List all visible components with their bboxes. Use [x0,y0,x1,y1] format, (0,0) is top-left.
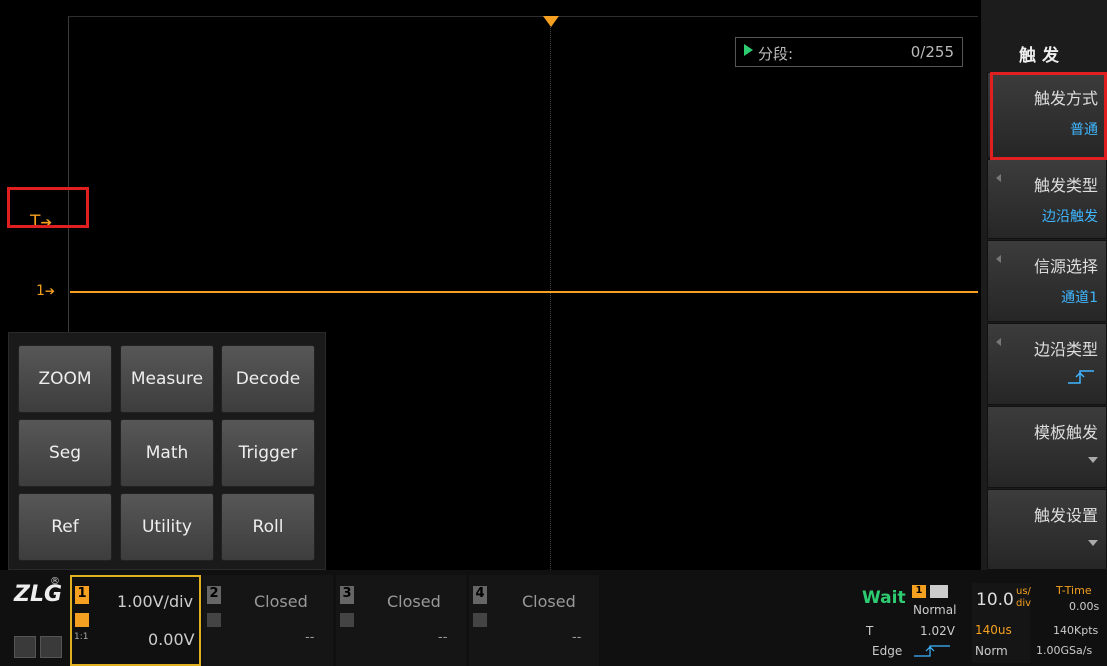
graticule-center-line [550,17,551,572]
menu-item-value: 边沿触发 [1042,209,1098,225]
ch3-offset: -- [438,630,448,645]
ch1-info[interactable] [70,575,201,666]
quick-function-panel: ZOOM Measure Decode Seg Math Trigger Ref… [8,332,326,570]
timebase-unit-top: us/ [1016,586,1031,597]
ch1-marker-label: 1 [36,283,45,299]
menu-item-template-trigger[interactable]: 模板触发 [987,406,1107,488]
coupling-icon [207,613,221,627]
decode-button[interactable]: Decode [221,345,315,413]
ch4-number: 4 [473,586,487,604]
trigger-source-number: 1 [912,585,926,598]
trigger-marker-highlight [7,187,89,228]
roll-button[interactable]: Roll [221,493,315,561]
left-arrow-icon [996,338,1001,346]
seg-button[interactable]: Seg [18,419,112,487]
menu-item-value: 通道1 [1061,290,1098,306]
menu-title-text: 触发 [1019,46,1065,66]
ch1-number: 1 [75,586,89,604]
menu-item-label: 信源选择 [1033,257,1098,276]
rising-edge-icon [914,645,950,657]
ch1-offset: 0.00V [148,630,195,649]
acquisition-mode: Norm [975,644,1008,658]
ch2-offset: -- [305,630,315,645]
ch1-trace [70,291,978,293]
timebase-delay: 140us [975,623,1012,637]
ch3-info[interactable] [336,575,466,666]
chevron-down-icon [1088,540,1098,546]
ch1-offset-marker[interactable]: 1➔ [36,283,55,299]
menu-item-highlight [990,72,1107,160]
menu-item-source[interactable]: 信源选择 通道1 [987,240,1107,322]
ch1-probe: 1:1 [74,632,89,642]
zoom-button[interactable]: ZOOM [18,345,112,413]
menu-item-label: 边沿类型 [1033,340,1098,359]
ch2-state: Closed [254,592,308,611]
chevron-down-icon [1088,457,1098,463]
menu-item-label: 触发类型 [1033,176,1098,195]
segment-indicator[interactable]: 分段: 0/255 [735,37,963,67]
left-arrow-icon [996,255,1001,263]
marker-arrow-icon: ➔ [44,284,55,298]
trigger-type: Edge [872,644,903,658]
menu-item-trigger-settings[interactable]: 触发设置 [987,489,1107,570]
ch3-number: 3 [340,586,354,604]
timebase-scale: 10.0 [976,590,1014,610]
measure-button[interactable]: Measure [120,345,214,413]
trigger-level-label: T [866,624,874,638]
segment-label: 分段: [758,45,794,63]
menu-item-trigger-type[interactable]: 触发类型 边沿触发 [987,159,1107,239]
trigger-state: Wait [862,588,906,608]
menu-title: 触发 [987,32,1107,70]
lock-icon[interactable] [40,636,62,658]
t-time-label: T-Time [1056,584,1092,597]
menu-item-label: 模板触发 [1033,423,1098,442]
ch2-number: 2 [207,586,221,604]
left-arrow-icon [996,174,1001,182]
coupling-icon [340,613,354,627]
trigger-coupling-icon [930,585,948,598]
trigger-mode: Normal [913,603,957,617]
sample-rate: 1.00GSa/s [1036,644,1093,657]
ch1-scale: 1.00V/div [117,592,194,611]
menu-item-edge-type[interactable]: 边沿类型 [987,323,1107,405]
touch-icon[interactable] [14,636,36,658]
play-icon [744,44,753,56]
ch4-info[interactable] [469,575,599,666]
ch2-info[interactable] [203,575,333,666]
registered-mark: ® [50,576,60,587]
ref-button[interactable]: Ref [18,493,112,561]
ch3-state: Closed [387,592,441,611]
trigger-position-marker[interactable] [543,16,559,27]
t-time-value: 0.00s [1069,600,1100,613]
trigger-level: 1.02V [920,624,955,638]
dc-coupling-icon [75,613,89,627]
timebase-unit-bottom: div [1016,598,1032,609]
trigger-button[interactable]: Trigger [221,419,315,487]
math-button[interactable]: Math [120,419,214,487]
rising-edge-icon [1068,370,1094,384]
coupling-icon [473,613,487,627]
ch4-offset: -- [572,630,582,645]
segment-value: 0/255 [910,43,954,61]
memory-depth: 140Kpts [1053,624,1099,637]
ch4-state: Closed [522,592,576,611]
utility-button[interactable]: Utility [120,493,214,561]
menu-item-label: 触发设置 [1033,506,1098,525]
